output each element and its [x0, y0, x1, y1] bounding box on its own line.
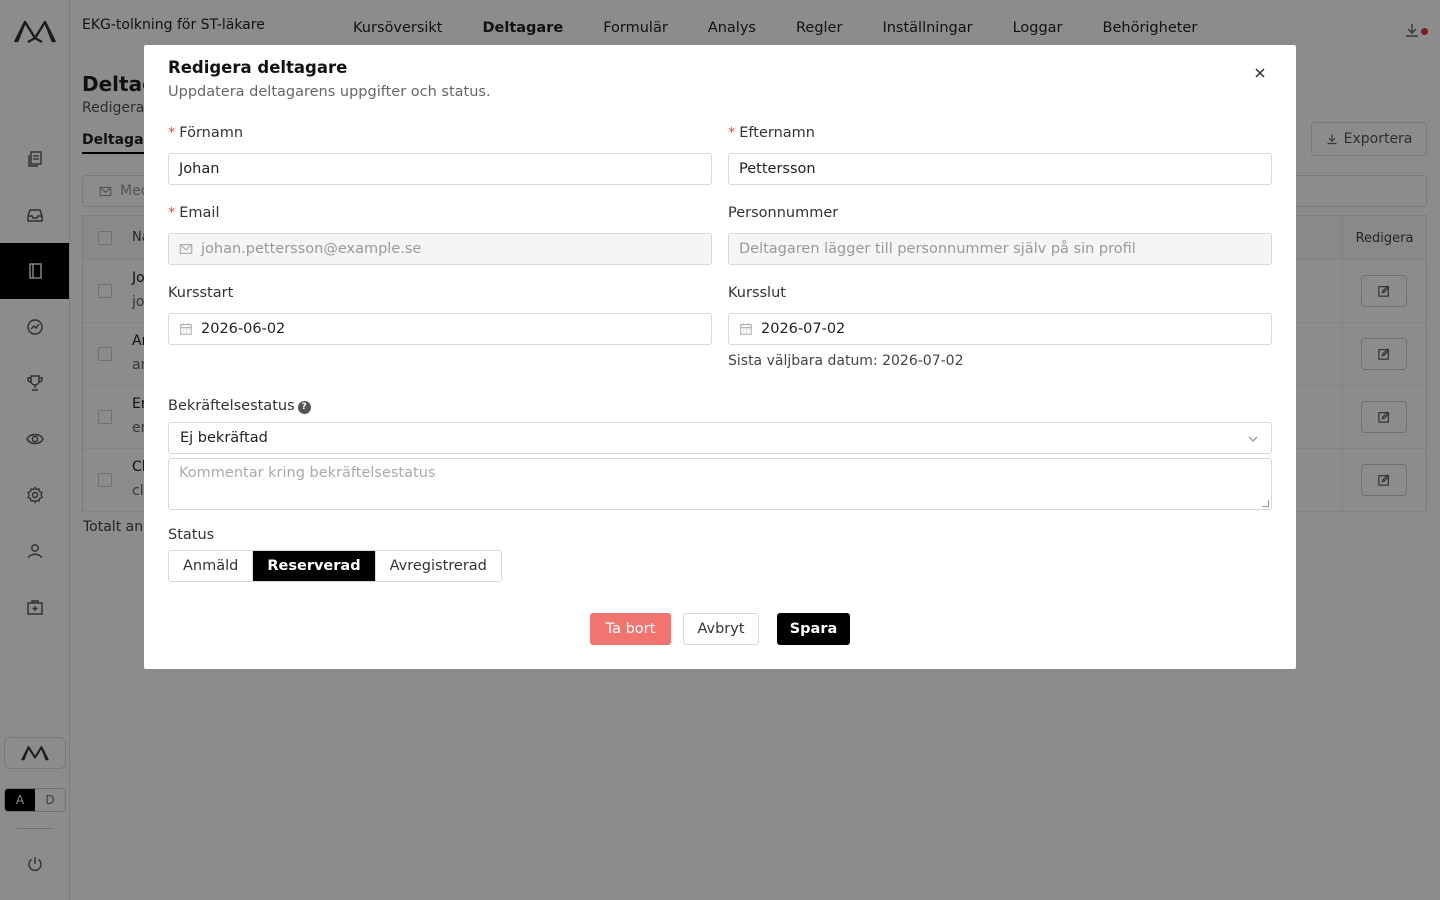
- kursslut-hint: Sista väljbara datum: 2026-07-02: [728, 353, 964, 369]
- confirmation-status-select[interactable]: Ej bekräftad: [168, 422, 1272, 454]
- chevron-down-icon: [1248, 436, 1258, 442]
- last-name-label-text: Efternamn: [739, 125, 815, 141]
- status-option-reserverad[interactable]: Reserverad: [253, 551, 376, 581]
- last-name-value: Pettersson: [739, 161, 816, 177]
- close-icon[interactable]: [1252, 65, 1268, 81]
- required-marker: *: [168, 125, 176, 141]
- email-label: * Email: [168, 205, 219, 221]
- required-marker: *: [168, 205, 176, 221]
- kursstart-value: 2026-06-02: [201, 321, 286, 337]
- last-name-field[interactable]: Pettersson: [728, 153, 1272, 185]
- mail-icon: [179, 244, 193, 254]
- required-marker: *: [728, 125, 736, 141]
- confirmation-status-value: Ej bekräftad: [180, 430, 268, 446]
- email-value: johan.pettersson@example.se: [201, 241, 422, 257]
- personnummer-field: Deltagaren lägger till personnummer själ…: [728, 233, 1272, 265]
- email-label-text: Email: [179, 205, 220, 221]
- first-name-label-text: Förnamn: [179, 125, 244, 141]
- kursslut-datepicker[interactable]: 2026-07-02: [728, 313, 1272, 345]
- personnummer-label: Personnummer: [728, 205, 839, 221]
- edit-participant-modal: Redigera deltagare Uppdatera deltagarens…: [144, 45, 1296, 669]
- calendar-icon: [740, 323, 752, 335]
- status-option-avregistrerad[interactable]: Avregistrerad: [376, 551, 501, 581]
- modal-subtitle: Uppdatera deltagarens uppgifter och stat…: [168, 84, 491, 100]
- last-name-label: * Efternamn: [728, 125, 815, 141]
- first-name-label: * Förnamn: [168, 125, 243, 141]
- delete-button[interactable]: Ta bort: [590, 613, 671, 645]
- status-option-anmald[interactable]: Anmäld: [169, 551, 254, 581]
- help-icon[interactable]: ?: [297, 401, 311, 414]
- resize-handle[interactable]: [1262, 500, 1269, 507]
- modal-title: Redigera deltagare: [168, 58, 348, 77]
- status-label: Status: [168, 527, 215, 543]
- save-button[interactable]: Spara: [777, 613, 850, 645]
- status-segmented-control: Anmäld Reserverad Avregistrerad: [168, 550, 502, 582]
- first-name-value: Johan: [179, 161, 220, 177]
- calendar-icon: [180, 323, 192, 335]
- personnummer-placeholder: Deltagaren lägger till personnummer själ…: [739, 241, 1136, 257]
- kursslut-label: Kursslut: [728, 285, 786, 301]
- kursstart-datepicker[interactable]: 2026-06-02: [168, 313, 712, 345]
- confirmation-status-label-text: Bekräftelsestatus: [168, 398, 295, 414]
- email-field: johan.pettersson@example.se: [168, 233, 712, 265]
- first-name-field[interactable]: Johan: [168, 153, 712, 185]
- cancel-button[interactable]: Avbryt: [683, 613, 759, 645]
- comment-placeholder: Kommentar kring bekräftelsestatus: [179, 465, 436, 481]
- kursslut-value: 2026-07-02: [761, 321, 846, 337]
- confirmation-status-label: Bekräftelsestatus?: [168, 398, 311, 414]
- confirmation-comment-textarea[interactable]: Kommentar kring bekräftelsestatus: [168, 458, 1272, 510]
- kursstart-label: Kursstart: [168, 285, 234, 301]
